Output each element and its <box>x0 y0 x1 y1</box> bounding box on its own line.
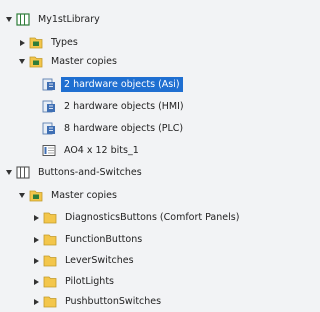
library-icon <box>16 166 30 179</box>
chevron-right-icon <box>33 214 39 221</box>
tree-item-label: Master copies <box>51 56 117 67</box>
tree-item-label: 2 hardware objects (HMI) <box>64 101 184 112</box>
expand-toggle[interactable] <box>32 235 40 245</box>
chevron-right-icon <box>19 39 25 46</box>
tree-item-types[interactable]: Types <box>0 33 320 52</box>
tree-item-master-copies[interactable]: Master copies <box>0 186 320 205</box>
expand-toggle[interactable] <box>32 297 40 307</box>
tree-item-label: 2 hardware objects (Asi) <box>61 77 183 92</box>
module-icon <box>42 144 56 157</box>
hardware-object-icon <box>42 78 56 91</box>
tree-item-label: AO4 x 12 bits_1 <box>64 145 139 156</box>
tree-item-my1stlibrary[interactable]: My1stLibrary <box>0 10 310 29</box>
tree-item-label: LeverSwitches <box>65 255 134 266</box>
expand-toggle[interactable] <box>18 57 26 67</box>
chevron-right-icon <box>33 298 39 305</box>
tree-item-diagnostics-buttons[interactable]: DiagnosticsButtons (Comfort Panels) <box>0 208 320 227</box>
tree-item-pilot-lights[interactable]: PilotLights <box>0 272 320 291</box>
tree-item-label: PilotLights <box>65 276 114 287</box>
chevron-down-icon <box>6 170 12 175</box>
tree-item-lever-switches[interactable]: LeverSwitches <box>0 251 320 270</box>
expand-toggle[interactable] <box>5 168 13 178</box>
hardware-object-icon <box>42 122 56 135</box>
expand-toggle[interactable] <box>32 213 40 223</box>
chevron-right-icon <box>33 236 39 243</box>
folder-icon <box>43 211 57 224</box>
tree-item-pushbutton-switches[interactable]: PushbuttonSwitches <box>0 292 320 311</box>
expand-toggle[interactable] <box>32 277 40 287</box>
library-tree: My1stLibrary Types Master copies 2 hardw… <box>0 0 305 312</box>
expand-toggle[interactable] <box>18 38 26 48</box>
expand-toggle[interactable] <box>32 256 40 266</box>
tree-item-label: My1stLibrary <box>38 14 100 25</box>
folder-icon <box>43 233 57 246</box>
tree-item-label: PushbuttonSwitches <box>65 296 162 307</box>
tree-item-label: DiagnosticsButtons (Comfort Panels) <box>65 212 240 223</box>
types-folder-icon <box>29 36 43 49</box>
tree-item-buttons-and-switches[interactable]: Buttons-and-Switches <box>0 163 310 182</box>
expand-toggle[interactable] <box>18 191 26 201</box>
folder-icon <box>43 254 57 267</box>
chevron-right-icon <box>33 278 39 285</box>
tree-item-master-copies[interactable]: Master copies <box>0 52 320 71</box>
hardware-object-icon <box>42 100 56 113</box>
chevron-down-icon <box>6 17 12 22</box>
folder-icon <box>43 295 57 308</box>
folder-icon <box>43 275 57 288</box>
master-copies-folder-icon <box>29 189 43 202</box>
chevron-right-icon <box>33 257 39 264</box>
tree-item-hardware-asi[interactable]: 2 hardware objects (Asi) <box>0 75 320 94</box>
master-copies-folder-icon <box>29 55 43 68</box>
tree-item-label: Types <box>51 37 78 48</box>
tree-item-function-buttons[interactable]: FunctionButtons <box>0 230 320 249</box>
tree-item-ao4[interactable]: AO4 x 12 bits_1 <box>0 141 320 160</box>
expand-toggle[interactable] <box>5 15 13 25</box>
tree-item-hardware-plc[interactable]: 8 hardware objects (PLC) <box>0 119 320 138</box>
tree-item-label: Buttons-and-Switches <box>38 167 142 178</box>
chevron-down-icon <box>19 193 25 198</box>
library-icon <box>16 13 30 26</box>
tree-item-hardware-hmi[interactable]: 2 hardware objects (HMI) <box>0 97 320 116</box>
tree-item-label: FunctionButtons <box>65 234 143 245</box>
chevron-down-icon <box>19 59 25 64</box>
tree-item-label: Master copies <box>51 190 117 201</box>
tree-item-label: 8 hardware objects (PLC) <box>64 123 184 134</box>
